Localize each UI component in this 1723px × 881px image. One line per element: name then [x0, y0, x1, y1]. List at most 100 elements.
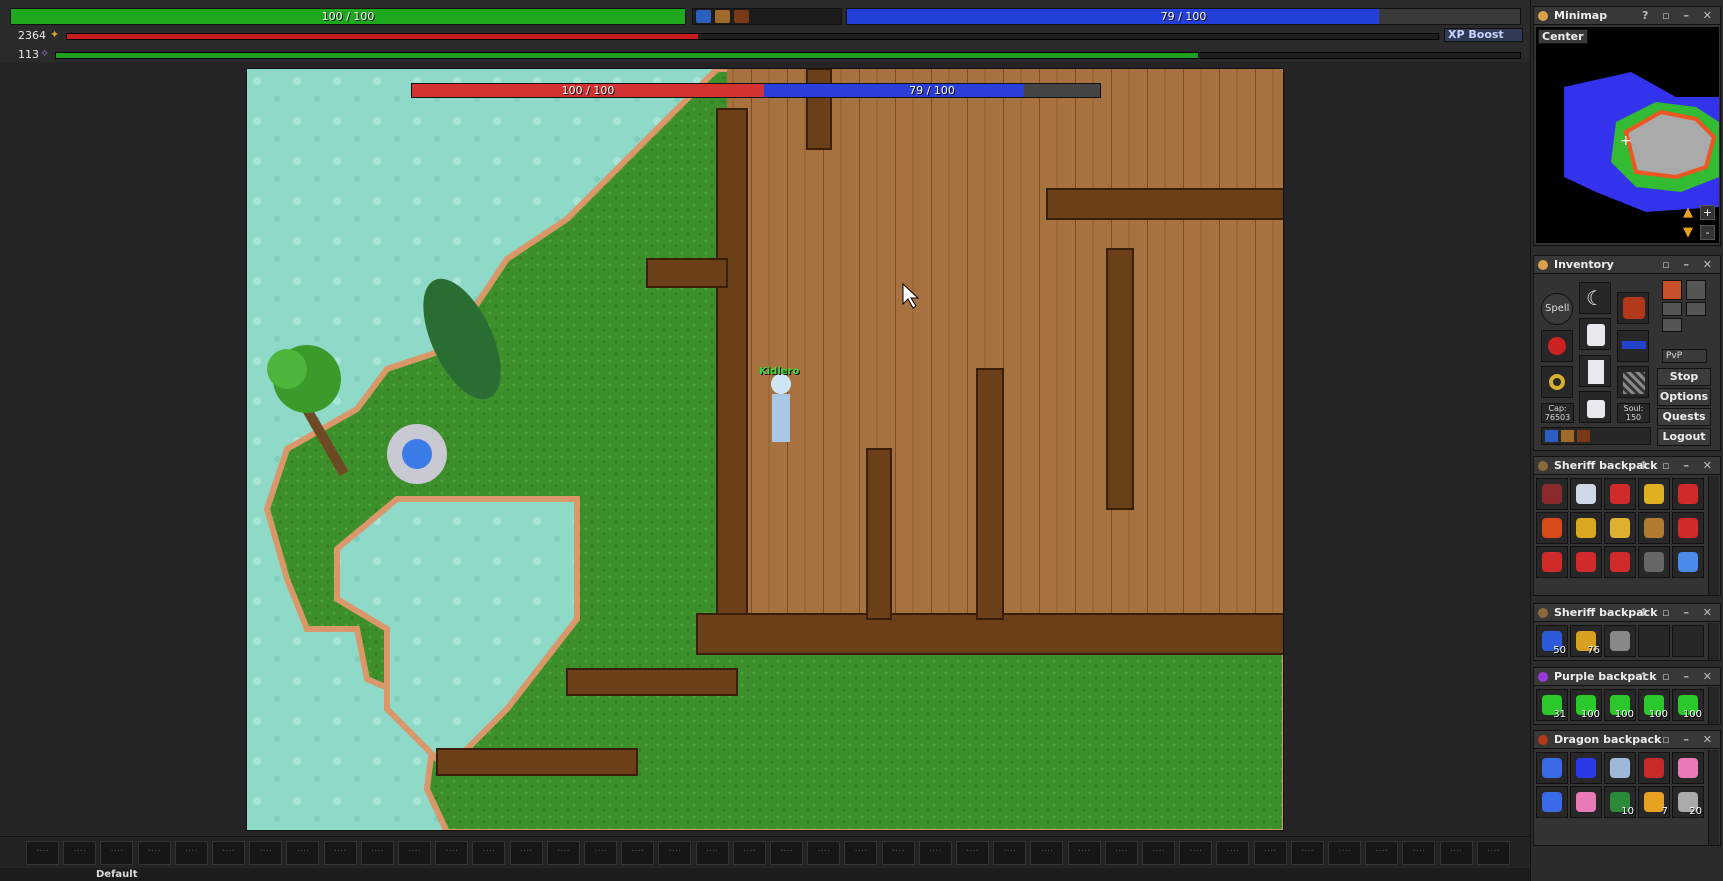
container-slot[interactable]: 100 [1570, 689, 1602, 721]
ammo-slot[interactable] [1617, 366, 1649, 398]
hotkey-slot[interactable]: ···· [1142, 841, 1175, 865]
stop-button[interactable]: Stop [1657, 368, 1711, 386]
container-slot[interactable] [1638, 752, 1670, 784]
container-slot[interactable] [1570, 546, 1602, 578]
hotkey-slot[interactable]: ···· [993, 841, 1027, 865]
container-slot[interactable] [1672, 478, 1704, 510]
hotkey-slot[interactable]: ···· [1476, 841, 1510, 865]
hotkey-slot[interactable]: ···· [1290, 841, 1324, 865]
container-slot[interactable] [1638, 512, 1670, 544]
hotkey-slot[interactable]: ···· [398, 841, 431, 865]
quests-button[interactable]: Quests [1657, 408, 1711, 426]
container-slot[interactable]: 10 [1604, 786, 1636, 818]
container-slot[interactable] [1536, 512, 1568, 544]
combat-stance-icons[interactable] [1662, 280, 1710, 336]
minimap-header[interactable]: Minimap ? ▫ – ✕ [1534, 7, 1720, 25]
hotkey-slot[interactable]: ···· [956, 841, 989, 865]
window-controls[interactable]: ▫ – ✕ [1662, 731, 1717, 748]
container-header[interactable]: Dragon backpack ▫ – ✕ [1534, 731, 1720, 749]
hotkey-slot[interactable]: ···· [509, 841, 543, 865]
game-view[interactable]: Kidlero [246, 68, 1284, 831]
logout-button[interactable]: Logout [1657, 428, 1711, 446]
chase-icon[interactable] [1686, 280, 1706, 300]
xp-boost-button[interactable]: XP Boost [1444, 28, 1523, 42]
empty-container-slot[interactable] [1638, 625, 1670, 657]
container-slot[interactable]: 100 [1672, 689, 1704, 721]
hotkey-slot[interactable]: ···· [918, 841, 952, 865]
hotkey-slot[interactable]: ···· [1216, 841, 1250, 865]
container-slot[interactable] [1570, 478, 1602, 510]
empty-container-slot[interactable] [1672, 625, 1704, 657]
hotkey-slot[interactable]: ···· [1439, 841, 1473, 865]
hotkey-slot[interactable]: ···· [1030, 841, 1064, 865]
hotkey-slot[interactable]: ···· [881, 841, 915, 865]
window-controls[interactable]: ↑ ▫ – ✕ [1639, 668, 1717, 685]
hotkey-slot[interactable]: ···· [1328, 841, 1361, 865]
hotkey-slot[interactable]: ···· [584, 841, 617, 865]
window-controls[interactable]: ▫ – ✕ [1662, 256, 1717, 273]
shield-slot[interactable] [1617, 330, 1649, 362]
hotkey-slot[interactable]: ···· [286, 841, 320, 865]
hotkey-slot[interactable]: ···· [137, 841, 171, 865]
scrollbar[interactable] [1708, 476, 1719, 595]
hotkey-slot[interactable]: ···· [472, 841, 506, 865]
container-header[interactable]: Sheriff backpack ↑ ▫ – ✕ [1534, 604, 1720, 622]
hotkey-slot[interactable]: ···· [174, 841, 208, 865]
container-slot[interactable]: 76 [1570, 625, 1602, 657]
hotkey-slot[interactable]: ···· [1067, 841, 1101, 865]
window-controls[interactable]: ? ▫ – ✕ [1642, 7, 1717, 24]
spell-slot[interactable]: Spell [1541, 293, 1573, 325]
hotkey-slot[interactable]: ···· [546, 841, 580, 865]
legs-slot[interactable] [1579, 355, 1611, 387]
hotkey-slot[interactable]: ···· [435, 841, 469, 865]
hotkey-slot[interactable]: ···· [1253, 841, 1287, 865]
floor-down-icon[interactable]: ▼ [1683, 225, 1693, 240]
defensive-stance-icon[interactable] [1662, 318, 1682, 332]
hotkey-slot[interactable]: ···· [844, 841, 878, 865]
hotkey-slot[interactable]: ···· [1365, 841, 1399, 865]
hotkey-slot[interactable]: ···· [770, 841, 803, 865]
balanced-stance-icon[interactable] [1662, 302, 1682, 316]
hotkey-slot[interactable]: ···· [63, 841, 97, 865]
container-slot[interactable] [1570, 752, 1602, 784]
container-slot[interactable] [1604, 752, 1636, 784]
container-slot[interactable] [1536, 786, 1568, 818]
options-button[interactable]: Options [1657, 388, 1711, 406]
hotkey-slot[interactable]: ···· [1179, 841, 1213, 865]
boots-slot[interactable] [1579, 391, 1611, 423]
zoom-in-button[interactable]: + [1700, 205, 1715, 220]
hotkey-slot[interactable]: ···· [1402, 841, 1436, 865]
minimap-center-button[interactable]: Center [1538, 29, 1588, 44]
container-slot[interactable] [1672, 512, 1704, 544]
window-controls[interactable]: ↑ ▫ – ✕ [1639, 604, 1717, 621]
container-header[interactable]: Purple backpack ↑ ▫ – ✕ [1534, 668, 1720, 686]
hotkey-slot[interactable]: ···· [323, 841, 357, 865]
hotkey-slot[interactable]: ···· [807, 841, 841, 865]
minimap-view[interactable]: + Center ▲ + ▼ - [1536, 27, 1719, 243]
helmet-slot[interactable]: ☾ [1579, 282, 1611, 314]
container-slot[interactable] [1672, 752, 1704, 784]
hotkey-slot[interactable]: ···· [212, 841, 245, 865]
amulet-slot[interactable] [1541, 330, 1573, 362]
container-slot[interactable] [1570, 786, 1602, 818]
container-slot[interactable] [1638, 546, 1670, 578]
hotkey-slot[interactable]: ···· [658, 841, 692, 865]
hotkey-slot[interactable]: ···· [100, 841, 134, 865]
scrollbar[interactable] [1708, 687, 1719, 724]
scrollbar[interactable] [1708, 750, 1719, 845]
zoom-out-button[interactable]: - [1700, 225, 1715, 240]
tab-default[interactable]: Default [96, 868, 138, 881]
ring-slot[interactable] [1541, 366, 1573, 398]
container-slot[interactable] [1604, 546, 1636, 578]
armor-slot[interactable] [1579, 318, 1611, 350]
container-slot[interactable] [1536, 546, 1568, 578]
game-scene[interactable] [247, 69, 1284, 831]
hotkey-slot[interactable]: ···· [732, 841, 766, 865]
inventory-header[interactable]: Inventory ▫ – ✕ [1534, 256, 1720, 274]
container-slot[interactable] [1604, 478, 1636, 510]
pvp-toggle[interactable]: PvP [1662, 349, 1707, 363]
container-slot[interactable] [1604, 625, 1636, 657]
hotkey-slot[interactable]: ···· [360, 841, 394, 865]
container-slot[interactable] [1672, 546, 1704, 578]
hotkey-slot[interactable]: ···· [621, 841, 655, 865]
